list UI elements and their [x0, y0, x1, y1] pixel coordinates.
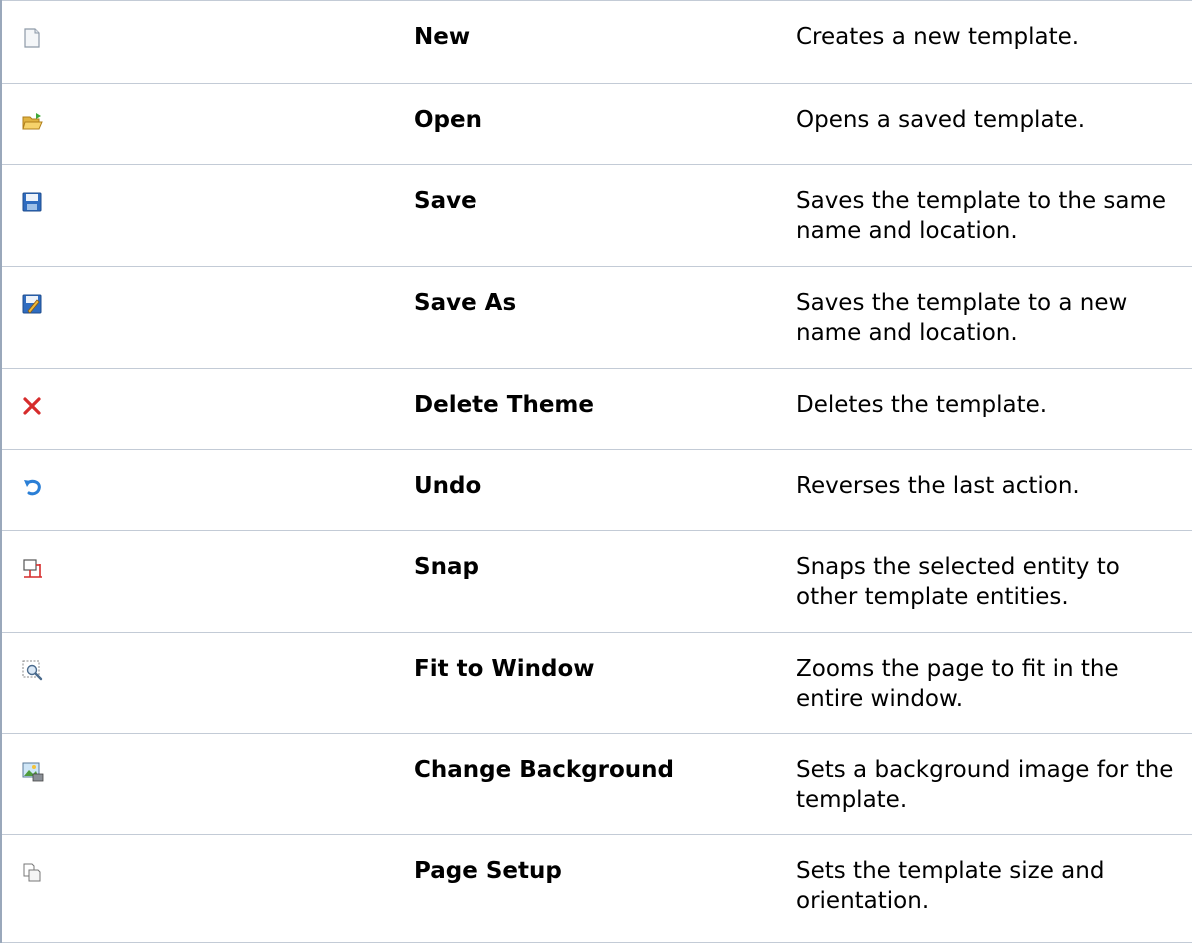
command-description: Saves the template to a new name and loc… — [796, 290, 1128, 346]
save-as-icon — [22, 294, 414, 314]
command-name: New — [414, 24, 471, 50]
undo-arrow-icon — [22, 477, 414, 497]
command-name: Change Background — [414, 757, 675, 783]
command-description: Reverses the last action. — [796, 473, 1080, 499]
command-description: Creates a new template. — [796, 24, 1080, 50]
command-name: Save — [414, 188, 477, 214]
table-row: Snap Snaps the selected entity to other … — [0, 530, 1192, 633]
table-row: Page Setup Sets the template size and or… — [0, 834, 1192, 943]
command-name: Delete Theme — [414, 392, 595, 418]
open-folder-icon — [22, 111, 414, 131]
delete-x-icon — [22, 396, 414, 416]
zoom-fit-icon — [22, 660, 414, 682]
table-row: Open Opens a saved template. — [0, 83, 1192, 165]
command-name: Fit to Window — [414, 656, 595, 682]
page-setup-icon — [22, 862, 414, 884]
snap-icon — [22, 558, 414, 580]
table-row: Fit to Window Zooms the page to fit in t… — [0, 632, 1192, 734]
table-row: Delete Theme Deletes the template. — [0, 368, 1192, 450]
toolbar-reference-table: New Creates a new template. Open Opens a… — [0, 0, 1192, 943]
command-description: Opens a saved template. — [796, 107, 1086, 133]
table-row: Save Saves the template to the same name… — [0, 164, 1192, 267]
table-row: New Creates a new template. — [0, 0, 1192, 84]
table-row: Save As Saves the template to a new name… — [0, 266, 1192, 369]
new-document-icon — [22, 28, 414, 48]
command-description: Zooms the page to fit in the entire wind… — [796, 656, 1119, 712]
command-description: Sets a background image for the template… — [796, 757, 1174, 813]
command-name: Undo — [414, 473, 482, 499]
table-row: Undo Reverses the last action. — [0, 449, 1192, 531]
command-name: Page Setup — [414, 858, 562, 884]
command-description: Snaps the selected entity to other templ… — [796, 554, 1120, 610]
command-description: Sets the template size and orientation. — [796, 858, 1105, 914]
command-name: Open — [414, 107, 482, 133]
command-name: Snap — [414, 554, 479, 580]
command-description: Deletes the template. — [796, 392, 1048, 418]
save-disk-icon — [22, 192, 414, 212]
background-image-icon — [22, 761, 414, 783]
command-description: Saves the template to the same name and … — [796, 188, 1167, 244]
table-row: Change Background Sets a background imag… — [0, 733, 1192, 835]
command-name: Save As — [414, 290, 517, 316]
